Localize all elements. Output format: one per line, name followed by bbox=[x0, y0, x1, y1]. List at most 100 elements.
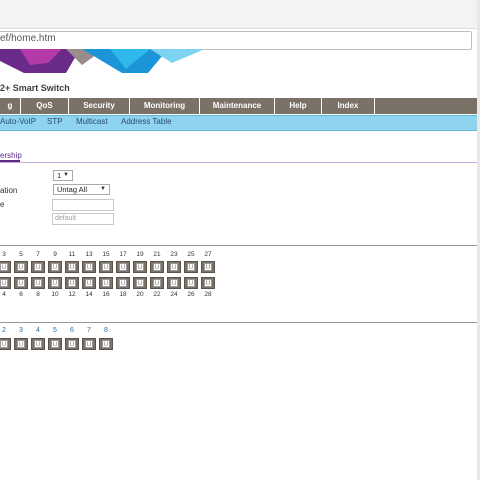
port-toggle[interactable]: U bbox=[201, 277, 215, 289]
nav-item-4[interactable]: Maintenance bbox=[200, 98, 275, 114]
lag-toggle[interactable]: U bbox=[48, 338, 62, 350]
port-state-label: U bbox=[85, 279, 93, 287]
port-number-top: 21 bbox=[153, 251, 161, 258]
lag-toggle[interactable]: U bbox=[31, 338, 45, 350]
lag-number[interactable]: 8 bbox=[99, 327, 113, 334]
port-state-label: U bbox=[136, 279, 144, 287]
port-number-bottom: 14 bbox=[85, 291, 93, 298]
port-state-label: U bbox=[187, 263, 195, 271]
tab-divider bbox=[0, 162, 480, 163]
port-state-label: U bbox=[51, 279, 59, 287]
port-toggle[interactable]: U bbox=[133, 261, 147, 273]
port-state-label: U bbox=[51, 263, 59, 271]
port-state-label: U bbox=[153, 279, 161, 287]
vlan-name-placeholder-field[interactable]: default bbox=[52, 213, 114, 225]
lag-toggle[interactable]: U bbox=[65, 338, 79, 350]
nav-item-0[interactable]: g bbox=[0, 98, 21, 114]
port-state-label: U bbox=[68, 279, 76, 287]
port-toggle[interactable]: U bbox=[65, 261, 79, 273]
port-toggle[interactable]: U bbox=[0, 261, 11, 273]
lag-number[interactable]: 5 bbox=[48, 327, 62, 334]
port-toggle[interactable]: U bbox=[133, 277, 147, 289]
vlan-name-field[interactable] bbox=[52, 199, 114, 211]
port-toggle[interactable]: U bbox=[150, 277, 164, 289]
port-number-bottom: 24 bbox=[170, 291, 178, 298]
lag-state-label: U bbox=[85, 340, 93, 348]
address-bar-text[interactable]: ef/home.htm bbox=[0, 33, 56, 44]
port-toggle[interactable]: U bbox=[31, 261, 45, 273]
subnav-address-table[interactable]: Address Table bbox=[121, 117, 172, 126]
address-bar[interactable] bbox=[0, 31, 472, 50]
lag-number[interactable]: 3 bbox=[14, 327, 28, 334]
port-toggle[interactable]: U bbox=[116, 277, 130, 289]
port-number-top: 13 bbox=[85, 251, 93, 258]
lag-state-label: U bbox=[68, 340, 76, 348]
subnav-auto-voip[interactable]: Auto-VoIP bbox=[0, 117, 36, 126]
port-state-label: U bbox=[17, 263, 25, 271]
subnav-multicast[interactable]: Multicast bbox=[76, 117, 108, 126]
port-state-label: U bbox=[0, 263, 8, 271]
lag-toggle[interactable]: U bbox=[99, 338, 113, 350]
port-toggle[interactable]: U bbox=[31, 277, 45, 289]
tagging-select[interactable]: Untag All ▼ bbox=[53, 184, 110, 195]
nav-item-1[interactable]: QoS bbox=[21, 98, 69, 114]
port-toggle[interactable]: U bbox=[82, 277, 96, 289]
port-number-bottom: 4 bbox=[2, 291, 6, 298]
port-number-bottom: 22 bbox=[153, 291, 161, 298]
nav-item-6[interactable]: Index bbox=[322, 98, 375, 114]
port-state-label: U bbox=[204, 263, 212, 271]
port-toggle[interactable]: U bbox=[48, 277, 62, 289]
port-state-label: U bbox=[170, 279, 178, 287]
port-toggle[interactable]: U bbox=[14, 277, 28, 289]
port-toggle[interactable]: U bbox=[167, 277, 181, 289]
port-toggle[interactable]: U bbox=[167, 261, 181, 273]
port-toggle[interactable]: U bbox=[82, 261, 96, 273]
lag-state-label: U bbox=[34, 340, 42, 348]
port-state-label: U bbox=[170, 263, 178, 271]
port-state-label: U bbox=[102, 263, 110, 271]
nav-item-2[interactable]: Security bbox=[69, 98, 130, 114]
sub-nav bbox=[0, 115, 480, 131]
port-state-label: U bbox=[153, 263, 161, 271]
port-state-label: U bbox=[204, 279, 212, 287]
port-toggle[interactable]: U bbox=[99, 261, 113, 273]
chevron-down-icon: ▼ bbox=[63, 172, 69, 178]
port-number-bottom: 18 bbox=[119, 291, 127, 298]
port-state-label: U bbox=[187, 279, 195, 287]
port-number-bottom: 20 bbox=[136, 291, 144, 298]
port-toggle[interactable]: U bbox=[184, 261, 198, 273]
lag-number[interactable]: 7 bbox=[82, 327, 96, 334]
port-toggle[interactable]: U bbox=[184, 277, 198, 289]
tab-membership[interactable]: ership bbox=[0, 151, 22, 160]
lag-state-label: U bbox=[0, 340, 8, 348]
lag-toggle[interactable]: U bbox=[0, 338, 11, 350]
port-toggle[interactable]: U bbox=[116, 261, 130, 273]
port-toggle[interactable]: U bbox=[99, 277, 113, 289]
port-toggle[interactable]: U bbox=[65, 277, 79, 289]
vlan-id-select[interactable]: 1 ▼ bbox=[53, 170, 73, 181]
port-state-label: U bbox=[0, 279, 8, 287]
port-number-bottom: 10 bbox=[51, 291, 59, 298]
lag-number[interactable]: 6 bbox=[65, 327, 79, 334]
lag-toggle[interactable]: U bbox=[14, 338, 28, 350]
port-toggle[interactable]: U bbox=[48, 261, 62, 273]
nav-item-5[interactable]: Help bbox=[275, 98, 322, 114]
port-number-top: 15 bbox=[102, 251, 110, 258]
port-state-label: U bbox=[119, 279, 127, 287]
port-number-top: 5 bbox=[19, 251, 23, 258]
lag-number[interactable]: 4 bbox=[31, 327, 45, 334]
port-toggle[interactable]: U bbox=[201, 261, 215, 273]
lag-state-label: U bbox=[17, 340, 25, 348]
lag-toggle[interactable]: U bbox=[82, 338, 96, 350]
port-toggle[interactable]: U bbox=[0, 277, 11, 289]
port-number-bottom: 28 bbox=[204, 291, 212, 298]
port-toggle[interactable]: U bbox=[150, 261, 164, 273]
port-toggle[interactable]: U bbox=[14, 261, 28, 273]
lag-number[interactable]: 2 bbox=[0, 327, 11, 334]
nav-item-3[interactable]: Monitoring bbox=[130, 98, 200, 114]
port-number-top: 9 bbox=[53, 251, 57, 258]
brand-banner bbox=[0, 49, 205, 73]
subnav-stp[interactable]: STP bbox=[47, 117, 63, 126]
port-state-label: U bbox=[119, 263, 127, 271]
browser-toolbar bbox=[0, 0, 480, 29]
